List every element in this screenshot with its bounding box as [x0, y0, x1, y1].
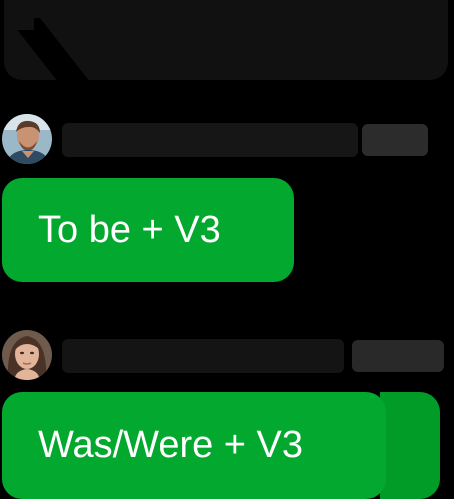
sender-name[interactable]	[62, 339, 344, 373]
message-text: To be + V3	[38, 208, 221, 251]
message-timestamp	[352, 340, 444, 372]
previous-message-card	[4, 0, 448, 80]
avatar[interactable]	[2, 330, 52, 380]
avatar-image	[2, 330, 52, 380]
message-bubble[interactable]: To be + V3	[2, 178, 294, 282]
message-timestamp	[362, 124, 428, 156]
avatar[interactable]	[2, 114, 52, 164]
sender-name[interactable]	[62, 123, 358, 157]
message-text: Was/Were + V3	[38, 424, 304, 466]
bubble-shade	[380, 392, 440, 499]
avatar-image	[2, 114, 52, 164]
message-bubble[interactable]: Was/Were + V3	[2, 392, 386, 499]
